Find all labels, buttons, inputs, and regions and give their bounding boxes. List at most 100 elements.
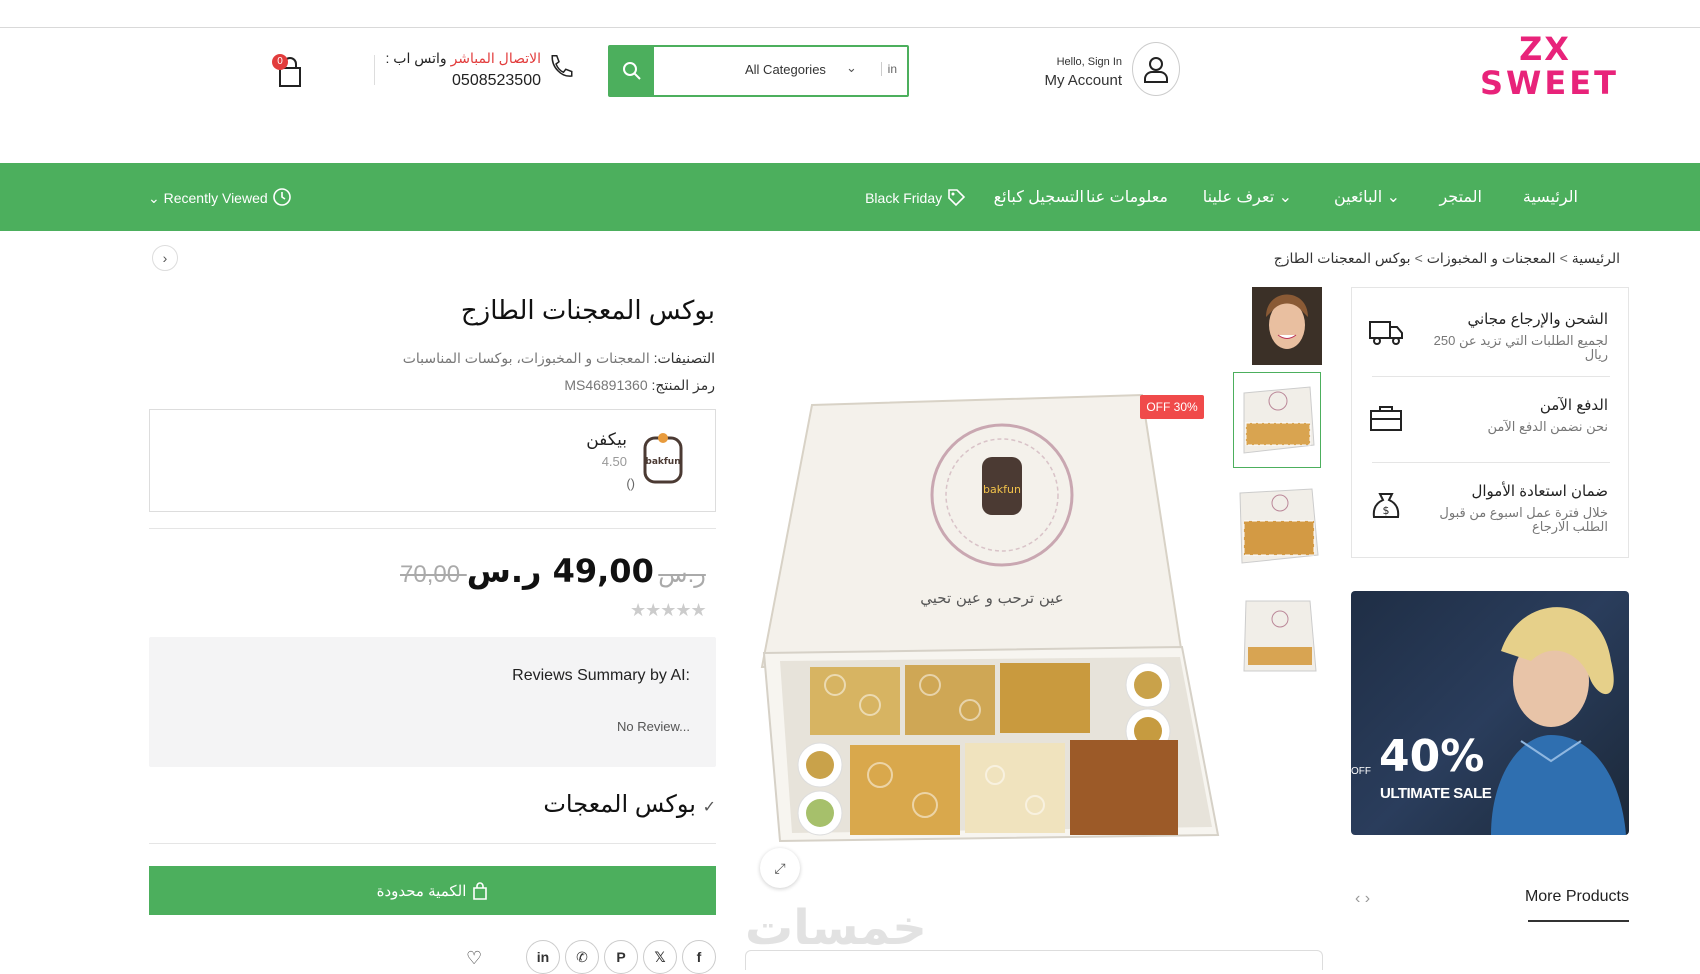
search-category-select[interactable]: All Categories [745,62,826,77]
search-button[interactable] [610,47,654,95]
categories-value[interactable]: المعجنات و المخبوزات، بوكسات المناسبات [403,350,650,366]
nav-item-black-friday[interactable]: Black Friday [865,187,966,207]
breadcrumb-category[interactable]: المعجنات و المخبوزات [1427,250,1556,266]
banner-off: OFF [1351,766,1371,777]
thumbnail-box-image [1243,600,1317,672]
discount-badge: OFF 30% [1140,395,1204,419]
chevron-down-icon: ⌄ [1386,189,1400,206]
facebook-icon[interactable]: f [682,940,716,974]
thumbnail-model-image [1252,287,1322,365]
buy-button-label: الكمية محدودة [376,882,467,900]
logo-line1: ZX [1519,30,1571,68]
linkedin-icon[interactable]: in [526,940,560,974]
feature-shipping: الشحن والإرجاع مجاني لجميع الطلبات التي … [1368,310,1608,380]
contact-info: الاتصال المباشر واتس اب : 0508523500 [386,46,575,96]
chevron-left-icon[interactable]: ‹ [1355,890,1360,907]
cart-count-badge: 0 [272,54,288,70]
briefcase-icon [1370,406,1402,431]
vendor-rating: 4.50 [601,454,627,469]
breadcrumb-separator: > [1414,250,1423,266]
vendor-logo: bakfun [643,433,683,484]
categories-label: التصنيفات: [653,350,715,366]
svg-text:عين ترحب و عين تحيي: عين ترحب و عين تحيي [920,589,1063,607]
phone-number[interactable]: 0508523500 [452,72,541,90]
nav-item-about-us[interactable]: تعرف علينا ⌄ [1203,187,1292,207]
thumbnail-box-2[interactable] [1233,480,1321,576]
account-link[interactable]: Hello, Sign In My Account [1040,42,1180,98]
expand-icon: ⤢ [774,859,786,876]
main-nav: الرئيسية المتجر البائعين ⌄ تعرف علينا ⌄ … [0,163,1700,231]
breadcrumb-current: بوكس المعجنات الطازج [1273,250,1411,266]
vendor-name[interactable]: بيكفن [586,430,627,450]
more-products-arrows[interactable]: ‹ › [1355,890,1370,908]
top-bar [0,0,1700,28]
search-in-label: in [880,62,897,76]
nav-item-info[interactable]: معلومات عنا [1086,187,1168,207]
product-main-image[interactable]: bakfun عين ترحب و عين تحيي [750,385,1220,885]
more-products-heading: More Products [1524,888,1629,905]
feature-title: الشحن والإرجاع مجاني [1467,311,1608,328]
product-price: 70,00 ر.س 49,00 ر.س [400,552,716,590]
chevron-right-icon: › [162,250,168,266]
chevron-right-icon[interactable]: › [1365,890,1370,907]
info-divider [149,528,716,529]
thumbnail-model[interactable] [1252,287,1322,365]
svg-text:$: $ [1383,504,1390,517]
phone-icon [547,52,575,91]
thumbnail-box-3[interactable] [1233,592,1321,688]
ai-review-summary: Reviews Summary by AI: No Review... [149,637,716,767]
whatsapp-icon[interactable]: ✆ [565,940,599,974]
ai-summary-body: No Review... [617,719,690,734]
pinterest-icon[interactable]: P [604,940,638,974]
nav-item-home[interactable]: الرئيسية [1523,187,1578,207]
store-features: الشحن والإرجاع مجاني لجميع الطلبات التي … [1351,287,1629,558]
watermark: خمسات [745,902,927,955]
feature-divider [1372,462,1610,463]
feature-title: ضمان استعادة الأموال [1471,483,1608,500]
cart-button[interactable]: 0 [270,52,310,92]
variant-heading[interactable]: بوكس المعجات ✓ [300,790,716,819]
recently-viewed-toggle[interactable]: ⌄ Recently Viewed [148,187,292,207]
site-logo[interactable]: ZX SWEET [1480,30,1619,112]
nav-label-vendors: البائعين [1333,189,1383,206]
money-bag-icon: $ [1372,493,1400,518]
zoom-button[interactable]: ⤢ [760,848,800,888]
checkmark-icon: ✓ [702,799,716,816]
product-title: بوكس المعجنات الطازج [460,295,715,325]
contact-label: الاتصال المباشر واتس اب : [386,50,541,67]
heart-icon[interactable]: ♡ [466,948,482,969]
feature-subtitle: لجميع الطلبات التي تزيد عن 250 ريال [1433,333,1608,362]
breadcrumb: الرئيسية>المعجنات و المخبوزات>بوكس المعج… [1274,250,1620,267]
vendor-card[interactable]: بيكفن 4.50 () bakfun [149,409,716,512]
feature-title: الدفع الآمن [1539,397,1608,414]
account-label: My Account [1044,72,1122,89]
chevron-down-icon[interactable]: ⌄ [846,60,857,76]
sku-label: رمز المنتج: [651,377,716,393]
user-icon [1132,42,1180,96]
vendor-logo-text: bakfun [645,457,680,467]
product-categories: التصنيفات: المعجنات و المخبوزات، بوكسات … [300,350,715,367]
banner-percent: 40% [1379,731,1485,782]
search-input[interactable] [660,55,740,87]
tag-icon [948,189,966,207]
x-icon[interactable]: 𝕏 [643,940,677,974]
nav-item-store[interactable]: المتجر [1439,187,1482,207]
breadcrumb-home[interactable]: الرئيسية [1572,250,1620,266]
truck-icon [1369,321,1403,345]
image-panel-edge [745,950,1323,970]
account-greeting: Hello, Sign In [1056,56,1122,68]
vendor-review-count: () [626,476,635,491]
nav-item-vendors[interactable]: البائعين ⌄ [1334,187,1400,207]
thumbnail-box-1[interactable] [1233,372,1321,468]
next-product-button[interactable]: › [152,245,178,271]
logo-line2: SWEET [1480,64,1619,102]
promo-banner[interactable]: 40% OFF ULTIMATE SALE [1351,591,1629,835]
variant-label: بوكس المعجات [543,791,696,818]
nav-label-black-friday: Black Friday [865,190,943,206]
nav-item-vendor-register[interactable]: التسجيل كبائع [994,187,1084,207]
feature-money-back: ضمان استعادة الأموال خلال فترة عمل اسبوع… [1368,482,1608,552]
ai-summary-title: Reviews Summary by AI: [512,667,690,684]
chevron-down-icon: ⌄ [148,190,160,206]
limited-quantity-button[interactable]: الكمية محدودة [149,866,716,915]
history-icon [272,188,291,206]
